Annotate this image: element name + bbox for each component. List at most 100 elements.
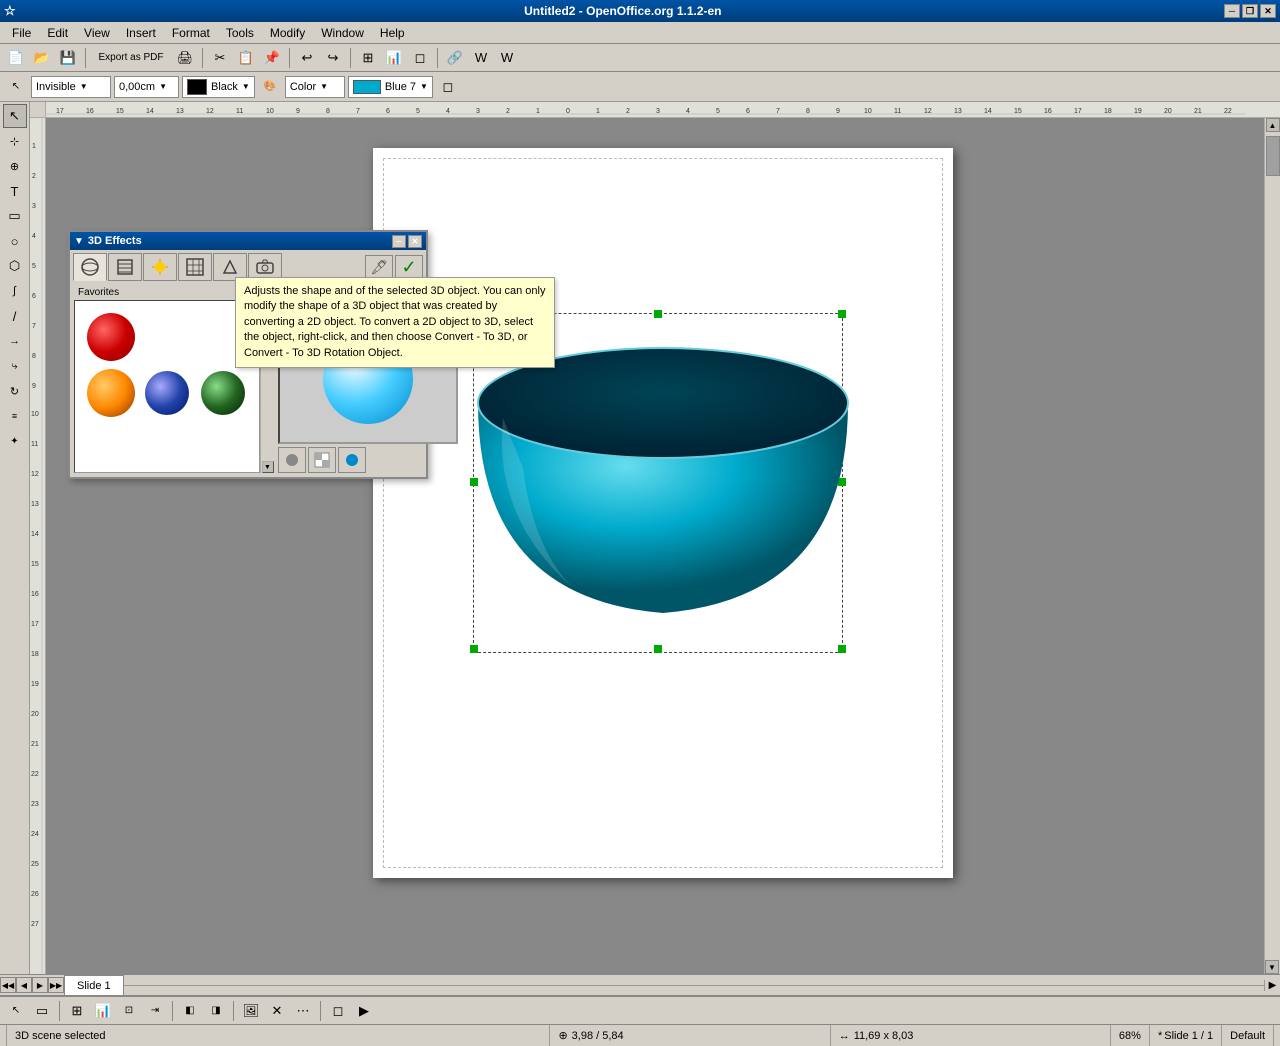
panel-3d-titlebar[interactable]: ▼ 3D Effects ─ ✕ bbox=[70, 232, 426, 250]
minimize-button[interactable]: ─ bbox=[1224, 4, 1240, 18]
handle-tr[interactable] bbox=[838, 310, 846, 318]
bt-select-rect[interactable]: ▭ bbox=[30, 999, 54, 1023]
tab-illumination[interactable] bbox=[143, 253, 177, 281]
fav-scroll-down[interactable]: ▼ bbox=[262, 461, 274, 473]
panel-3d-minimize[interactable]: ─ bbox=[392, 235, 406, 248]
slide-next-btn[interactable]: ▶ bbox=[32, 977, 48, 993]
hyperlink-button[interactable]: 🔗 bbox=[443, 46, 467, 70]
line-tool[interactable]: / bbox=[3, 304, 27, 328]
slide-last-btn[interactable]: ▶▶ bbox=[48, 977, 64, 993]
polygon-tool[interactable]: ⬡ bbox=[3, 254, 27, 278]
menu-modify[interactable]: Modify bbox=[262, 24, 313, 42]
bt-more2[interactable]: ▶ bbox=[352, 999, 376, 1023]
cut-button[interactable]: ✂ bbox=[208, 46, 232, 70]
arrow-tool[interactable]: → bbox=[3, 329, 27, 353]
bt-select[interactable]: ↖ bbox=[4, 999, 28, 1023]
bt-para-right[interactable]: ◨ bbox=[204, 999, 228, 1023]
slide-prev-btn[interactable]: ◀ bbox=[16, 977, 32, 993]
fill-color-dropdown[interactable]: Blue 7 ▼ bbox=[348, 76, 433, 98]
svg-text:4: 4 bbox=[686, 108, 690, 115]
point-edit-tool[interactable]: ⊹ bbox=[3, 129, 27, 153]
undo-button[interactable]: ↩ bbox=[295, 46, 319, 70]
bt-para-left[interactable]: ◧ bbox=[178, 999, 202, 1023]
bt-delete[interactable]: ✕ bbox=[265, 999, 289, 1023]
preview-bg-btn[interactable] bbox=[308, 447, 336, 473]
vscroll-thumb[interactable] bbox=[1266, 136, 1280, 176]
fill-type-dropdown[interactable]: Color ▼ bbox=[285, 76, 345, 98]
special-tool[interactable]: ✦ bbox=[3, 429, 27, 453]
status-zoom[interactable]: 68% bbox=[1111, 1025, 1150, 1046]
panel-3d-close[interactable]: ✕ bbox=[408, 235, 422, 248]
handle-bc[interactable] bbox=[654, 645, 662, 653]
rotate-tool[interactable]: ↻ bbox=[3, 379, 27, 403]
insert-table-button[interactable]: ⊞ bbox=[356, 46, 380, 70]
menu-help[interactable]: Help bbox=[372, 24, 413, 42]
tab-geometry[interactable] bbox=[73, 253, 107, 281]
object-properties-button[interactable]: ◻ bbox=[436, 75, 460, 99]
save-button[interactable]: 💾 bbox=[56, 46, 80, 70]
curve-tool[interactable]: ∫ bbox=[3, 279, 27, 303]
zoom-tool[interactable]: ⊕ bbox=[3, 154, 27, 178]
svg-text:24: 24 bbox=[31, 831, 39, 838]
panel-ok-button[interactable]: ✓ bbox=[395, 255, 423, 279]
print-button[interactable]: 🖨 bbox=[173, 46, 197, 70]
handle-br[interactable] bbox=[838, 645, 846, 653]
vscroll-down[interactable]: ▼ bbox=[1265, 960, 1279, 974]
insert-object-button[interactable]: ◻ bbox=[408, 46, 432, 70]
paste-button[interactable]: 📌 bbox=[260, 46, 284, 70]
tab-shading[interactable] bbox=[108, 253, 142, 281]
preview-grayscale-btn[interactable] bbox=[278, 447, 306, 473]
fav-sphere-green[interactable] bbox=[199, 369, 247, 417]
bt-sep2 bbox=[172, 1001, 173, 1021]
insert-chart-button[interactable]: 📊 bbox=[382, 46, 406, 70]
fav-sphere-orange[interactable] bbox=[87, 369, 135, 417]
new-button[interactable]: 📄 bbox=[4, 46, 28, 70]
vscrollbar[interactable]: ▲ ▼ bbox=[1264, 118, 1280, 974]
menu-file[interactable]: File bbox=[4, 24, 39, 42]
vscroll-up[interactable]: ▲ bbox=[1266, 118, 1280, 132]
autocorrect-button[interactable]: W bbox=[495, 46, 519, 70]
select-tool[interactable]: ↖ bbox=[3, 104, 27, 128]
select-icon[interactable]: ↖ bbox=[4, 75, 28, 99]
copy-button[interactable]: 📋 bbox=[234, 46, 258, 70]
line-width-dropdown[interactable]: 0,00cm ▼ bbox=[114, 76, 179, 98]
rectangle-tool[interactable]: ▭ bbox=[3, 204, 27, 228]
menu-tools[interactable]: Tools bbox=[218, 24, 262, 42]
bt-select-all[interactable]: ⊡ bbox=[117, 999, 141, 1023]
ellipse-tool[interactable]: ○ bbox=[3, 229, 27, 253]
fav-sphere-blue-dark[interactable] bbox=[143, 369, 191, 417]
fav-sphere-red[interactable] bbox=[87, 313, 135, 361]
bt-table[interactable]: ⊞ bbox=[65, 999, 89, 1023]
bt-more[interactable]: ⋯ bbox=[291, 999, 315, 1023]
line-style-dropdown[interactable]: Invisible ▼ bbox=[31, 76, 111, 98]
ruler-vertical: 1 2 3 4 5 6 7 8 9 10 11 12 13 14 15 16 1 bbox=[30, 118, 46, 974]
tab-texture[interactable] bbox=[178, 253, 212, 281]
redo-button[interactable]: ↪ bbox=[321, 46, 345, 70]
handle-tc[interactable] bbox=[654, 310, 662, 318]
bt-chart[interactable]: 📊 bbox=[91, 999, 115, 1023]
panel-apply-button[interactable]: 🖋 bbox=[365, 255, 393, 279]
preview-color-btn[interactable] bbox=[338, 447, 366, 473]
menu-window[interactable]: Window bbox=[313, 24, 372, 42]
bt-tab-order[interactable]: ⇥ bbox=[143, 999, 167, 1023]
connector-tool[interactable]: ⤷ bbox=[3, 354, 27, 378]
align-tool[interactable]: ≡ bbox=[3, 404, 27, 428]
menu-insert[interactable]: Insert bbox=[118, 24, 164, 42]
line-color-dropdown[interactable]: Black ▼ bbox=[182, 76, 255, 98]
close-button[interactable]: ✕ bbox=[1260, 4, 1276, 18]
menu-format[interactable]: Format bbox=[164, 24, 218, 42]
restore-button[interactable]: ❐ bbox=[1242, 4, 1258, 18]
handle-bl[interactable] bbox=[470, 645, 478, 653]
slide-first-btn[interactable]: ◀◀ bbox=[0, 977, 16, 993]
menu-view[interactable]: View bbox=[76, 24, 118, 42]
menu-edit[interactable]: Edit bbox=[39, 24, 76, 42]
color-picker-button[interactable]: 🎨 bbox=[258, 75, 282, 99]
slide-tab-1[interactable]: Slide 1 bbox=[64, 975, 124, 995]
spelling-button[interactable]: W bbox=[469, 46, 493, 70]
open-button[interactable]: 📂 bbox=[30, 46, 54, 70]
slide-scroll-right[interactable]: ▶ bbox=[1264, 980, 1280, 991]
text-tool[interactable]: T bbox=[3, 179, 27, 203]
bt-insert-img[interactable]: 🖼 bbox=[239, 999, 263, 1023]
bt-shapes[interactable]: ◻ bbox=[326, 999, 350, 1023]
export-pdf-button[interactable]: Export as PDF bbox=[91, 46, 171, 70]
